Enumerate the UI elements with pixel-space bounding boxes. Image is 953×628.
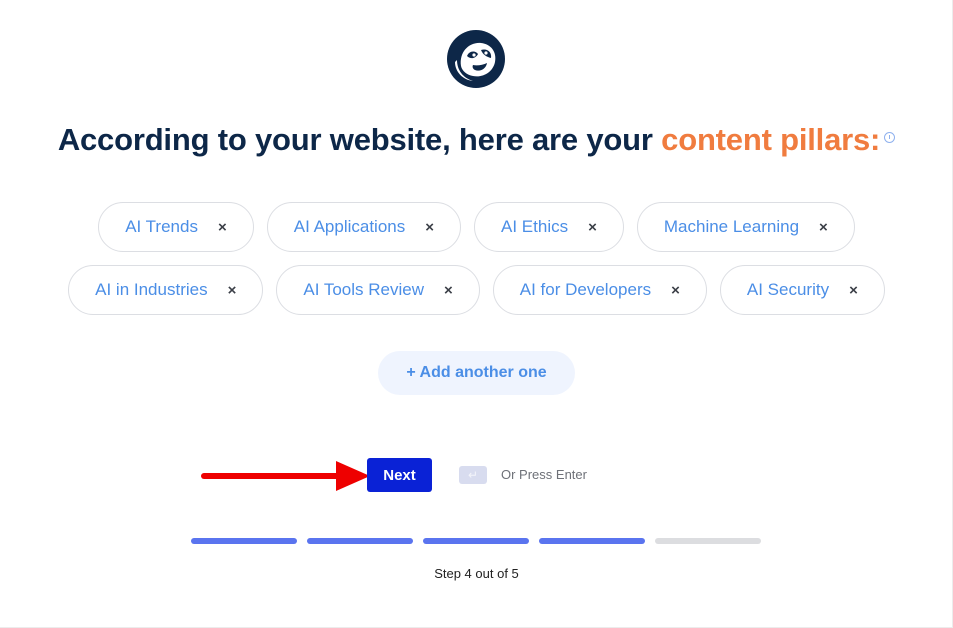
close-icon[interactable]: × [671,283,680,298]
pillar-label: AI in Industries [95,280,208,299]
title-accent: content pillars: [661,122,881,157]
pillar-chip[interactable]: Machine Learning × [636,202,855,252]
red-arrow-annotation-icon [201,461,370,491]
close-icon[interactable]: × [444,283,453,298]
step-indicator: Step 4 out of 5 [434,566,519,581]
progress-bar [191,538,761,544]
add-pillar-button[interactable]: + Add another one [378,351,575,395]
pillar-label: AI Tools Review [303,280,424,299]
pillar-label: Machine Learning [663,217,800,236]
pillar-chip[interactable]: AI for Developers × [492,265,707,315]
close-icon[interactable]: × [819,220,828,235]
close-icon[interactable]: × [425,220,434,235]
progress-segment [423,538,529,544]
page-title: According to your website, here are your… [0,122,953,158]
info-icon[interactable] [884,132,896,143]
pillar-label: AI for Developers [519,280,652,299]
progress-segment [539,538,645,544]
pillar-chip[interactable]: AI Tools Review × [276,265,480,315]
sloth-logo-icon [447,30,505,88]
pillar-chip[interactable]: AI Security × [719,265,885,315]
pillar-label: AI Ethics [501,217,569,236]
enter-hint: Or Press Enter [501,467,587,482]
close-icon[interactable]: × [849,283,858,298]
close-icon[interactable]: × [228,283,237,298]
pillar-label: AI Trends [125,217,198,236]
pillar-chip[interactable]: AI Ethics × [474,202,624,252]
pillar-chip[interactable]: AI Trends × [98,202,254,252]
progress-segment [655,538,761,544]
close-icon[interactable]: × [218,220,227,235]
progress-segment [191,538,297,544]
pillar-chip[interactable]: AI Applications × [266,202,462,252]
title-text: According to your website, here are your [57,122,662,157]
next-button[interactable]: Next [367,458,432,492]
pillar-chip[interactable]: AI in Industries × [68,265,264,315]
progress-segment [307,538,413,544]
close-icon[interactable]: × [588,220,597,235]
pillars-row-1: AI Trends × AI Applications × AI Ethics × M… [0,202,953,252]
pillar-label: AI Security [746,280,830,299]
enter-key-icon: ↵ [459,466,487,484]
pillars-row-2: AI in Industries × AI Tools Review × AI fo… [0,265,953,315]
pillar-label: AI Applications [293,217,406,236]
